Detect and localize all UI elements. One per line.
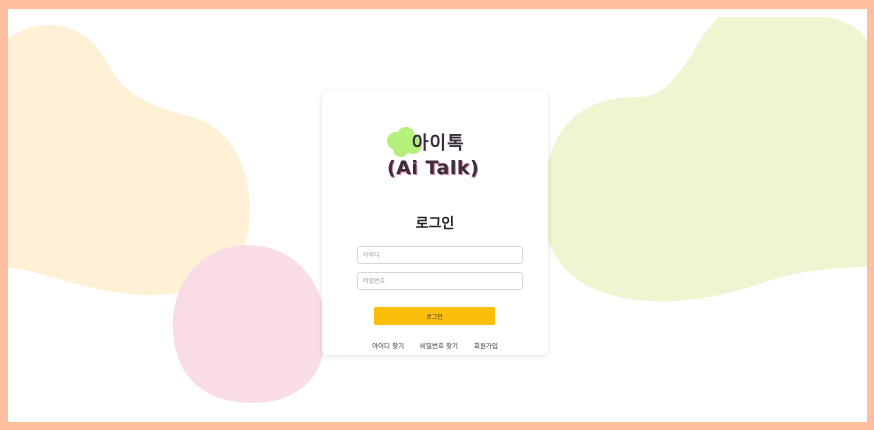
signup-link[interactable]: 회원가입: [474, 340, 498, 350]
find-password-link[interactable]: 비밀번호 찾기: [420, 340, 458, 350]
login-card: 아이톡 (Ai Talk) 로그인 로그인 아이디 찾기 비밀번호 찾기 회원가…: [322, 91, 548, 355]
background-blob-right: [542, 17, 867, 302]
logo-text-english: (Ai Talk): [387, 157, 480, 179]
login-title: 로그인: [415, 216, 455, 232]
find-id-link[interactable]: 아이디 찾기: [372, 340, 404, 350]
password-input[interactable]: [357, 272, 523, 290]
login-button[interactable]: 로그인: [374, 307, 495, 325]
id-input[interactable]: [357, 246, 523, 264]
auth-links: 아이디 찾기 비밀번호 찾기 회원가입: [322, 340, 548, 350]
page-frame: 아이톡 (Ai Talk) 로그인 로그인 아이디 찾기 비밀번호 찾기 회원가…: [8, 9, 867, 422]
logo: 아이톡 (Ai Talk): [382, 123, 492, 189]
background-blob-pink: [172, 245, 326, 403]
logo-text-korean: 아이톡: [412, 133, 465, 154]
